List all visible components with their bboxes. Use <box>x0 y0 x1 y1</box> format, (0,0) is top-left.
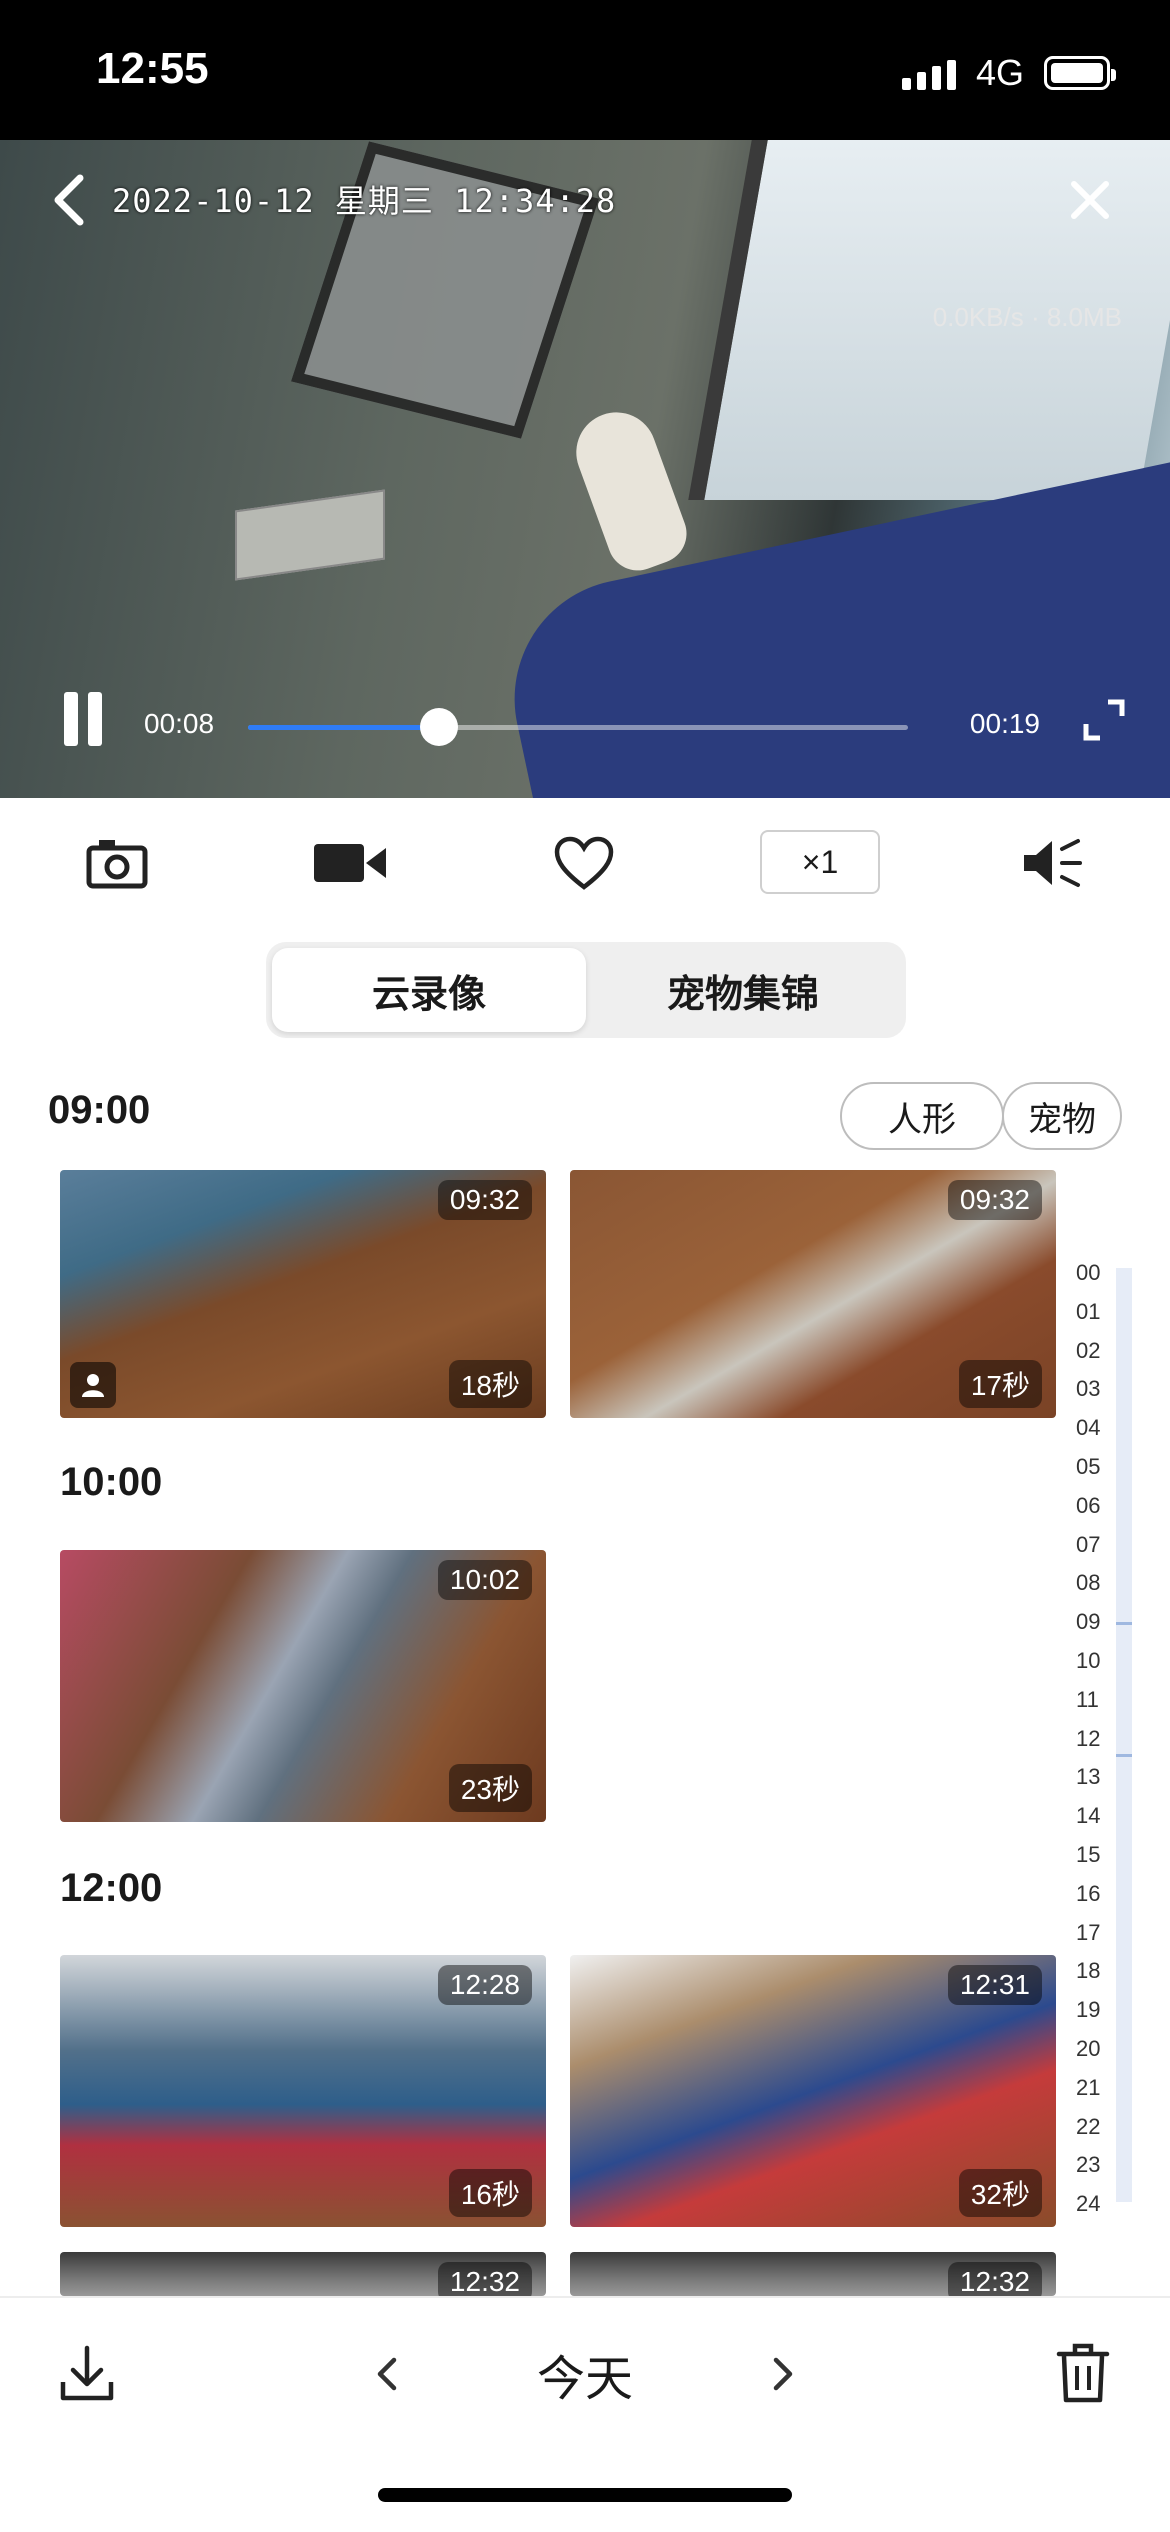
clip-time: 09:32 <box>437 1180 532 1220</box>
filter-pet[interactable]: 宠物 <box>1002 1082 1122 1150</box>
recording-tabs: 云录像 宠物集锦 <box>266 942 906 1038</box>
data-rate: 0.0KB/s · 8.0MB <box>932 302 1122 332</box>
download-icon <box>60 2345 114 2401</box>
camera-icon <box>86 840 148 889</box>
video-scene-sofa <box>492 460 1170 798</box>
clip-thumbnail[interactable]: 12:32 <box>60 2252 546 2296</box>
home-indicator <box>378 2488 792 2502</box>
fullscreen-icon <box>1083 699 1125 741</box>
chevron-left-icon <box>377 2357 397 2391</box>
clip-time: 12:32 <box>947 2262 1042 2296</box>
video-scene-cat <box>565 401 695 579</box>
speed-button[interactable]: ×1 <box>760 830 880 894</box>
hour-index-item[interactable]: 22 <box>1076 2108 1136 2147</box>
status-time: 12:55 <box>96 44 209 93</box>
close-button[interactable] <box>1060 170 1120 230</box>
video-record-icon <box>314 844 386 882</box>
clip-time: 12:32 <box>437 2262 532 2296</box>
progress-fill <box>248 725 440 730</box>
hour-index-item[interactable]: 04 <box>1076 1409 1136 1448</box>
status-bar: 12:55 4G <box>0 0 1170 140</box>
hour-index-item[interactable]: 09 <box>1076 1603 1136 1642</box>
battery-icon <box>1044 56 1116 90</box>
close-icon <box>1071 181 1109 219</box>
heart-icon <box>554 836 614 890</box>
progress-knob[interactable] <box>420 708 459 746</box>
clip-duration: 16秒 <box>448 2169 532 2217</box>
download-button[interactable] <box>52 2338 122 2408</box>
delete-button[interactable] <box>1048 2336 1118 2410</box>
previous-day-button[interactable] <box>362 2344 412 2404</box>
hour-index-item[interactable]: 07 <box>1076 1526 1136 1565</box>
filter-person[interactable]: 人形 <box>840 1082 1004 1150</box>
clip-duration: 32秒 <box>958 2169 1042 2217</box>
person-icon <box>70 1362 116 1408</box>
favorite-button[interactable] <box>552 830 616 896</box>
clip-thumbnail[interactable]: 09:32 18秒 <box>60 1170 546 1418</box>
hour-index-item[interactable]: 05 <box>1076 1448 1136 1487</box>
hour-index-item[interactable]: 23 <box>1076 2146 1136 2185</box>
clip-duration: 18秒 <box>448 1360 532 1408</box>
status-indicators: 4G <box>901 52 1116 94</box>
hour-heading: 09:00 <box>48 1088 151 1132</box>
player-toolbar: ×1 <box>0 798 1170 928</box>
hour-index-item[interactable]: 15 <box>1076 1836 1136 1875</box>
trash-icon <box>1056 2343 1110 2403</box>
total-time: 00:19 <box>969 708 1040 739</box>
clip-thumbnail[interactable]: 10:02 23秒 <box>60 1550 546 1822</box>
signal-icon <box>901 56 956 90</box>
hour-index-item[interactable]: 02 <box>1076 1332 1136 1371</box>
clip-thumbnail[interactable]: 12:28 16秒 <box>60 1955 546 2227</box>
clip-time: 10:02 <box>437 1560 532 1600</box>
hour-heading: 12:00 <box>60 1866 163 1910</box>
hour-index-item[interactable]: 21 <box>1076 2069 1136 2108</box>
hour-index-item[interactable]: 06 <box>1076 1487 1136 1526</box>
hour-index-item[interactable]: 12 <box>1076 1720 1136 1759</box>
hour-index-item[interactable]: 03 <box>1076 1370 1136 1409</box>
hour-index-item[interactable]: 00 <box>1076 1254 1136 1293</box>
hour-heading: 10:00 <box>60 1460 163 1504</box>
clip-duration: 23秒 <box>448 1764 532 1812</box>
hour-index-item[interactable]: 10 <box>1076 1642 1136 1681</box>
record-button[interactable] <box>310 830 390 896</box>
hour-index-item[interactable]: 18 <box>1076 1952 1136 1991</box>
clip-time: 09:32 <box>947 1180 1042 1220</box>
next-day-button[interactable] <box>758 2344 808 2404</box>
date-label[interactable]: 今天 <box>485 2334 685 2414</box>
hour-index-item[interactable]: 19 <box>1076 1991 1136 2030</box>
clip-thumbnail[interactable]: 12:31 32秒 <box>570 1955 1056 2227</box>
hour-index-item[interactable]: 01 <box>1076 1293 1136 1332</box>
clip-time: 12:28 <box>437 1965 532 2005</box>
hour-index-item[interactable]: 13 <box>1076 1758 1136 1797</box>
tab-pet-highlights[interactable]: 宠物集锦 <box>586 948 900 1032</box>
clip-thumbnail[interactable]: 09:32 17秒 <box>570 1170 1056 1418</box>
clip-duration: 17秒 <box>958 1360 1042 1408</box>
snapshot-button[interactable] <box>82 830 152 896</box>
video-datetime-overlay: 2022-10-12 星期三 12:34:28 <box>112 182 617 220</box>
speaker-icon <box>1024 839 1082 887</box>
fullscreen-button[interactable] <box>1074 690 1134 750</box>
hour-index: 00 01 02 03 04 05 06 07 08 09 10 11 12 13 14 15 16 17 18 19… <box>1076 1254 1136 2224</box>
clip-thumbnail[interactable]: 12:32 <box>570 2252 1056 2296</box>
network-label: 4G <box>975 52 1024 93</box>
hour-index-item[interactable]: 17 <box>1076 1914 1136 1953</box>
current-time: 00:08 <box>144 708 215 739</box>
hour-index-item[interactable]: 24 <box>1076 2185 1136 2224</box>
video-scene-switch <box>235 489 385 581</box>
hour-index-item[interactable]: 08 <box>1076 1564 1136 1603</box>
video-player[interactable]: 2022-10-12 星期三 12:34:28 0.0KB/s · 8.0MB … <box>0 140 1170 798</box>
hour-index-item[interactable]: 11 <box>1076 1681 1136 1720</box>
mute-button[interactable] <box>1018 830 1088 896</box>
chevron-right-icon <box>773 2357 793 2391</box>
progress-slider[interactable] <box>248 708 908 746</box>
hour-index-item[interactable]: 14 <box>1076 1797 1136 1836</box>
tab-cloud-recording[interactable]: 云录像 <box>272 948 586 1032</box>
back-button[interactable] <box>40 170 100 230</box>
pause-icon <box>59 692 107 746</box>
clip-time: 12:31 <box>947 1965 1042 2005</box>
hour-index-item[interactable]: 20 <box>1076 2030 1136 2069</box>
hour-index-item[interactable]: 16 <box>1076 1875 1136 1914</box>
chevron-left-icon <box>54 174 84 226</box>
pause-button[interactable] <box>58 690 108 748</box>
